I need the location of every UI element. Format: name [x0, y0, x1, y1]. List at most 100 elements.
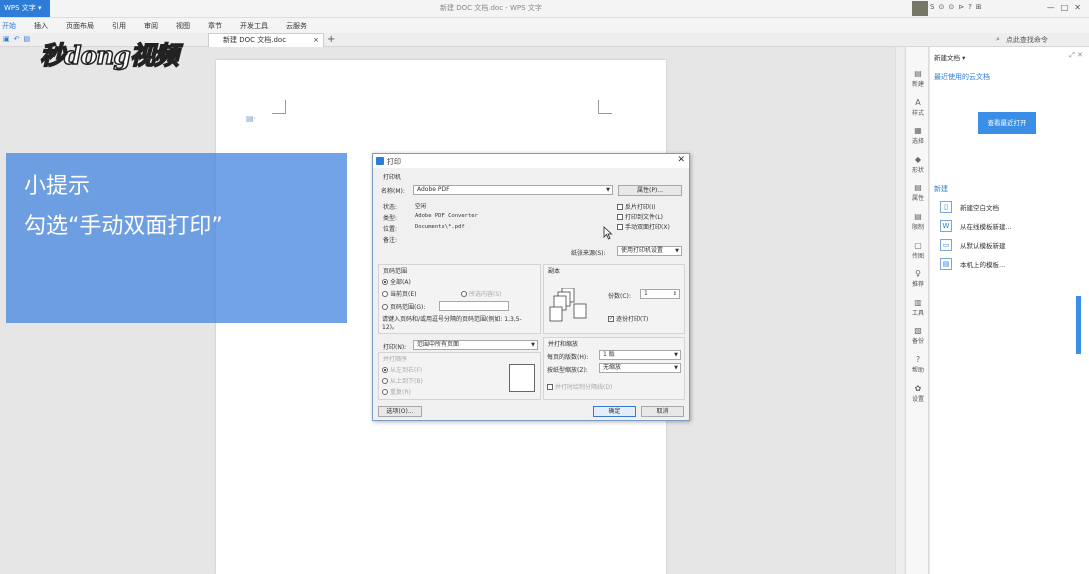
nav-label-5: 限制	[911, 224, 924, 231]
type-label: 类型:	[383, 215, 398, 222]
checkbox-box	[547, 383, 553, 390]
nav-item-10[interactable]: ? 帮助	[906, 355, 930, 374]
new-from-default-template[interactable]: ▭ 从默认模板新建	[940, 239, 1006, 251]
menu-item-4[interactable]: 审阅	[144, 21, 158, 31]
tab-close-icon[interactable]: ×	[313, 34, 319, 46]
menu-item-8[interactable]: 云服务	[286, 21, 307, 31]
checkbox-box	[617, 203, 623, 210]
checkbox-box	[617, 223, 623, 230]
skin-icon[interactable]: S	[930, 3, 934, 11]
nav-icon-0: ▤	[914, 69, 922, 78]
nav-item-1[interactable]: A 样式	[906, 98, 930, 117]
share-icon[interactable]: ⊳	[958, 3, 964, 11]
tab-document[interactable]: 新建 DOC 文档.doc ×	[208, 33, 324, 47]
chevron-down-icon: ▼	[674, 352, 678, 358]
nav-icon-3: ◆	[914, 154, 922, 164]
scale-select[interactable]: 无缩放 ▼	[599, 363, 681, 373]
nav-item-2[interactable]: ▦ 选择	[906, 126, 930, 145]
options-button[interactable]: 选项(O)...	[378, 406, 422, 417]
task-pane-controls[interactable]: ⤢ ✕	[1069, 51, 1083, 60]
menu-item-1[interactable]: 插入	[34, 21, 48, 31]
radio-dot	[382, 366, 388, 373]
dialog-close-button[interactable]: ✕	[677, 155, 685, 165]
new-blank-doc[interactable]: ▯ 新建空白文档	[940, 201, 999, 213]
command-search[interactable]: 点此查找命令	[1006, 35, 1048, 45]
minimize-button[interactable]: —	[1047, 3, 1055, 12]
layout-icon[interactable]: ⊞	[976, 3, 982, 11]
copies-stepper[interactable]: 1 ⇕	[640, 289, 680, 299]
range-current-radio[interactable]: 当前页(E)	[382, 289, 416, 298]
reverse-print-checkbox[interactable]: 反片打印(I)	[617, 202, 655, 211]
range-all-label: 全部(A)	[390, 279, 411, 286]
nav-item-11[interactable]: ✿ 设置	[906, 384, 930, 403]
new-tab-button[interactable]: +	[327, 33, 335, 46]
page-order-icon	[509, 364, 535, 392]
nav-icon-8: ▥	[914, 297, 922, 307]
nav-item-4[interactable]: ▤ 属性	[906, 183, 930, 202]
task-pane-title[interactable]: 新建文档 ▾	[934, 52, 965, 62]
document-scrollbar[interactable]	[895, 47, 904, 574]
video-watermark-logo: 秒dong视频	[39, 40, 179, 71]
per-page-select[interactable]: 1 版 ▼	[599, 350, 681, 360]
print-what-select[interactable]: 范围中所有页面 ▼	[413, 340, 538, 350]
cancel-button[interactable]: 取消	[641, 406, 684, 417]
nav-icon-4: ▤	[914, 183, 922, 193]
nav-item-5[interactable]: ▤ 限制	[906, 212, 930, 231]
status-label: 状态:	[383, 204, 398, 211]
help-icon[interactable]: ?	[968, 3, 972, 11]
page-range-input[interactable]	[439, 301, 509, 311]
nav-item-8[interactable]: ▥ 工具	[906, 298, 930, 317]
maximize-button[interactable]: □	[1061, 3, 1069, 12]
order-repeat-radio[interactable]: 重复(R)	[382, 387, 411, 396]
order-ltr-radio[interactable]: 从左到右(F)	[382, 365, 422, 374]
nav-item-0[interactable]: ▤ 新建	[906, 69, 930, 88]
menu-item-2[interactable]: 页面布局	[66, 21, 94, 31]
nav-label-11: 设置	[911, 395, 924, 403]
wps-app-icon	[376, 157, 384, 165]
settings-icon[interactable]: ⊙	[948, 3, 954, 11]
printer-properties-button[interactable]: 属性(P)...	[618, 185, 682, 196]
manual-duplex-checkbox[interactable]: 手动双面打印(X)	[617, 222, 670, 231]
local-templates[interactable]: ▤ 本机上的模板...	[940, 258, 1005, 270]
avatar[interactable]	[912, 1, 928, 16]
paper-source-select[interactable]: 使用打印机设置 ▼	[617, 246, 682, 256]
order-ttb-radio[interactable]: 从上到下(B)	[382, 376, 423, 385]
nav-label-7: 推荐	[911, 281, 924, 289]
menu-item-3[interactable]: 引用	[112, 21, 126, 31]
local-template-icon: ▤	[940, 258, 952, 270]
save-icon[interactable]: ▣	[3, 35, 10, 43]
view-recent-button[interactable]: 查看最近打开	[978, 112, 1036, 134]
menu-item-0[interactable]: 开始	[2, 21, 16, 31]
menu-item-6[interactable]: 章节	[208, 21, 222, 31]
app-menu-button[interactable]: WPS 文字 ▾	[0, 0, 50, 17]
close-window-button[interactable]: ✕	[1074, 3, 1081, 12]
printer-select-value: Adobe PDF	[417, 186, 450, 193]
page-corner-mark	[272, 100, 286, 114]
nav-item-9[interactable]: ▧ 备份	[906, 326, 930, 345]
nav-item-3[interactable]: ◆ 形状	[906, 155, 930, 174]
nav-label-6: 传图	[911, 252, 924, 260]
menu-item-5[interactable]: 视图	[176, 21, 190, 31]
per-page-value: 1 版	[603, 351, 615, 358]
undo-icon[interactable]: ↶	[14, 35, 20, 43]
order-ttb-label: 从上到下(B)	[390, 378, 423, 385]
range-pages-radio[interactable]: 页码范围(G):	[382, 302, 425, 311]
print-icon[interactable]: ▤	[24, 35, 31, 43]
new-from-online-template[interactable]: W 从在线模板新建...	[940, 220, 1012, 232]
print-to-file-checkbox[interactable]: 打印到文件(L)	[617, 212, 663, 221]
nav-item-7[interactable]: ♀ 推荐	[906, 269, 930, 288]
sync-icon[interactable]: ⊙	[938, 3, 944, 11]
window-title: 新建 DOC 文档.doc - WPS 文字	[440, 4, 542, 12]
ok-button[interactable]: 确定	[593, 406, 636, 417]
collate-checkbox[interactable]: ✓ 逐份打印(T)	[608, 314, 648, 323]
menu-item-7[interactable]: 开发工具	[240, 21, 268, 31]
nav-item-6[interactable]: ▢ 传图	[906, 241, 930, 260]
pane-edge-handle[interactable]	[1076, 296, 1081, 354]
range-all-radio[interactable]: 全部(A)	[382, 277, 411, 286]
recent-cloud-docs-title: 最近使用的云文档	[934, 73, 990, 81]
chevron-down-icon: ▼	[606, 187, 610, 193]
search-icon[interactable]: ⌕	[996, 35, 1000, 45]
printer-select[interactable]: Adobe PDF ▼	[413, 185, 613, 195]
range-selection-radio[interactable]: 所选内容(S)	[461, 289, 502, 298]
draw-borders-checkbox[interactable]: 并打时绘制分隔线(D)	[547, 382, 612, 391]
